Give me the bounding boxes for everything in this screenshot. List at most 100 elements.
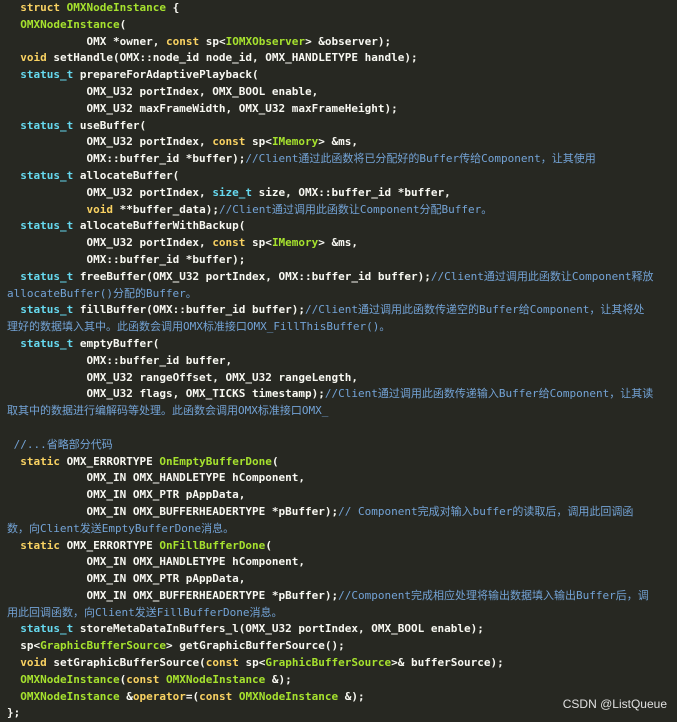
code-comment: //Client通过调用此函数传递输入Buffer给Component，让其读 bbox=[324, 387, 654, 401]
code-token: }; bbox=[7, 706, 21, 720]
code-token: =( bbox=[185, 689, 200, 703]
code-token: storeMetaDataInBuffers_l(OMX_U32 portInd… bbox=[73, 622, 484, 636]
code-token: IMemory bbox=[271, 135, 319, 149]
code-token: OMX_IN OMX_BUFFERHEADERTYPE *pBuffer); bbox=[7, 504, 339, 518]
code-token: void bbox=[20, 656, 47, 670]
code-token: IMemory bbox=[271, 236, 319, 250]
code-token: allocateBuffer( bbox=[73, 168, 180, 182]
code-token: const bbox=[199, 689, 233, 703]
code-token: struct bbox=[20, 1, 60, 14]
code-token: GraphicBufferSource bbox=[40, 639, 166, 653]
code-line: allocateBuffer()分配的Buffer。 bbox=[7, 286, 669, 303]
code-token: OMX_U32 portIndex, OMX_BOOL enable, bbox=[7, 84, 319, 98]
code-token: { bbox=[165, 1, 180, 14]
code-token: >& bufferSource); bbox=[391, 656, 504, 670]
code-token: OMX_U32 flags, OMX_TICKS timestamp); bbox=[7, 387, 325, 401]
code-token: status_t bbox=[20, 68, 74, 82]
code-comment: //Client通过此函数将已分配好的Buffer传给Component，让其使… bbox=[245, 152, 596, 166]
code-line: OMX *owner, const sp<IOMXObserver> &obse… bbox=[7, 34, 669, 51]
code-comment: 取其中的数据进行编解码等处理。此函数会调用OMX标准接口OMX_ bbox=[7, 404, 329, 418]
code-line: OMX::buffer_id *buffer);//Client通过此函数将已分… bbox=[7, 151, 669, 168]
code-token: status_t bbox=[20, 269, 74, 283]
code-token: prepareForAdaptivePlayback( bbox=[73, 68, 259, 82]
code-line: static OMX_ERRORTYPE OnEmptyBufferDone( bbox=[7, 454, 669, 471]
code-token: status_t bbox=[20, 303, 74, 317]
code-token: OMXNodeInstance bbox=[20, 689, 120, 703]
code-comment: //Client通过调用此函数传递空的Buffer给Component，让其将处 bbox=[305, 303, 645, 317]
code-token: OMX_U32 portIndex, bbox=[7, 236, 213, 250]
code-token: OMX::buffer_id buffer, bbox=[7, 353, 233, 367]
code-line: OMX_U32 flags, OMX_TICKS timestamp);//Cl… bbox=[7, 386, 669, 403]
code-token: sp< bbox=[238, 656, 266, 670]
code-line: //...省略部分代码 bbox=[7, 437, 669, 454]
code-token: emptyBuffer( bbox=[73, 336, 160, 350]
code-comment: // Component完成对输入buffer的读取后，调用此回调函 bbox=[338, 504, 634, 518]
code-token: useBuffer( bbox=[73, 118, 147, 132]
code-comment: 用此回调函数，向Client发送FillBufferDone消息。 bbox=[7, 605, 283, 619]
code-token: OMXNodeInstance bbox=[20, 672, 120, 686]
code-token: OMXNodeInstance bbox=[165, 672, 266, 686]
code-token: const bbox=[212, 135, 246, 149]
code-token: operator bbox=[132, 689, 186, 703]
code-token: allocateBufferWithBackup( bbox=[73, 219, 246, 233]
code-token: OnFillBufferDone bbox=[159, 538, 266, 552]
code-token: ms, bbox=[338, 236, 359, 250]
code-line: OMX::buffer_id *buffer); bbox=[7, 252, 669, 269]
code-token: **buffer_data); bbox=[112, 202, 219, 216]
code-token: OMX_IN OMX_BUFFERHEADERTYPE *pBuffer); bbox=[7, 588, 339, 602]
code-line: 数，向Client发送EmptyBufferDone消息。 bbox=[7, 521, 669, 538]
code-token: OMX_ERRORTYPE bbox=[60, 454, 160, 468]
code-token: void bbox=[20, 51, 47, 65]
code-line: OMX_IN OMX_HANDLETYPE hComponent, bbox=[7, 470, 669, 487]
code-line: OMX_IN OMX_PTR pAppData, bbox=[7, 571, 669, 588]
code-line: OMX_U32 portIndex, const sp<IMemory> &ms… bbox=[7, 134, 669, 151]
code-token: ms, bbox=[338, 135, 359, 149]
code-token: OMX_IN OMX_PTR pAppData, bbox=[7, 572, 246, 586]
code-token: sp< bbox=[199, 34, 226, 48]
code-token: const bbox=[126, 672, 160, 686]
code-token: &); bbox=[265, 672, 292, 686]
code-token: sp< bbox=[245, 236, 272, 250]
code-token: OMX_IN OMX_HANDLETYPE hComponent, bbox=[7, 555, 306, 569]
code-line: OMX_U32 portIndex, const sp<IMemory> &ms… bbox=[7, 235, 669, 252]
code-line: void **buffer_data);//Client通过调用此函数让Comp… bbox=[7, 202, 669, 219]
code-token: OMX_IN OMX_HANDLETYPE hComponent, bbox=[7, 471, 306, 485]
code-line: OMXNodeInstance(const OMXNodeInstance &)… bbox=[7, 672, 669, 689]
code-token: OMX::buffer_id *buffer); bbox=[7, 152, 246, 166]
code-line: status_t freeBuffer(OMX_U32 portIndex, O… bbox=[7, 269, 669, 286]
code-line: OMX_IN OMX_BUFFERHEADERTYPE *pBuffer);//… bbox=[7, 588, 669, 605]
code-token: status_t bbox=[20, 219, 74, 233]
code-token: status_t bbox=[20, 118, 74, 132]
code-line: status_t prepareForAdaptivePlayback( bbox=[7, 67, 669, 84]
code-line: OMX_IN OMX_BUFFERHEADERTYPE *pBuffer);//… bbox=[7, 504, 669, 521]
code-token: OMX_U32 maxFrameWidth, OMX_U32 maxFrameH… bbox=[7, 101, 398, 115]
code-token: OMX::buffer_id *buffer); bbox=[7, 252, 246, 266]
code-line: OMX_IN OMX_PTR pAppData, bbox=[7, 487, 669, 504]
code-line: OMX_U32 rangeOffset, OMX_U32 rangeLength… bbox=[7, 370, 669, 387]
code-line: struct OMXNodeInstance { bbox=[7, 0, 669, 17]
watermark: CSDN @ListQueue bbox=[562, 697, 667, 711]
code-line: sp<GraphicBufferSource> getGraphicBuffer… bbox=[7, 638, 669, 655]
code-token: status_t bbox=[20, 336, 74, 350]
code-line: OMXNodeInstance( bbox=[7, 17, 669, 34]
code-line: OMX::buffer_id buffer, bbox=[7, 353, 669, 370]
code-token: const bbox=[205, 656, 239, 670]
code-token: &); bbox=[338, 689, 365, 703]
code-token: size, OMX::buffer_id *buffer, bbox=[252, 185, 451, 199]
code-token: OMX_U32 portIndex, bbox=[7, 135, 213, 149]
code-line: status_t useBuffer( bbox=[7, 118, 669, 135]
code-comment: //Client通过调用此函数让Component释放 bbox=[430, 269, 654, 283]
